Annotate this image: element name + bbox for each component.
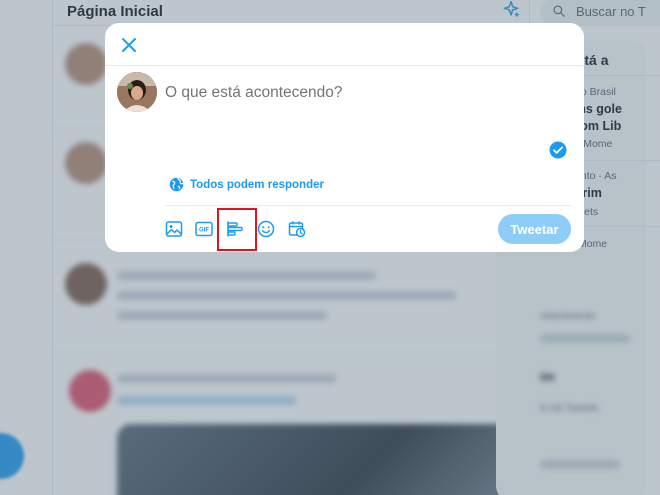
close-button[interactable] [118, 34, 140, 56]
gif-icon: GIF [195, 221, 213, 237]
reply-setting-label: Todos podem responder [190, 178, 324, 191]
highlight-box [217, 208, 257, 251]
close-icon [122, 38, 136, 52]
check-icon[interactable] [549, 141, 567, 159]
schedule-icon [288, 221, 306, 238]
globe-icon [169, 177, 184, 192]
schedule-button[interactable] [287, 219, 307, 239]
image-icon [165, 221, 183, 237]
emoji-icon [257, 220, 275, 238]
media-button[interactable] [164, 219, 184, 239]
emoji-button[interactable] [256, 219, 276, 239]
divider [165, 205, 571, 206]
compose-input[interactable] [165, 84, 545, 102]
avatar[interactable] [117, 72, 157, 112]
compose-tweet-modal: Todos podem responder GIF Tweetar [105, 23, 584, 252]
reply-setting-button[interactable]: Todos podem responder [169, 177, 324, 192]
gif-button[interactable]: GIF [194, 219, 214, 239]
modal-header [105, 23, 584, 66]
tweet-button[interactable]: Tweetar [498, 214, 571, 244]
gif-label: GIF [199, 228, 209, 234]
avatar-image [117, 72, 157, 112]
